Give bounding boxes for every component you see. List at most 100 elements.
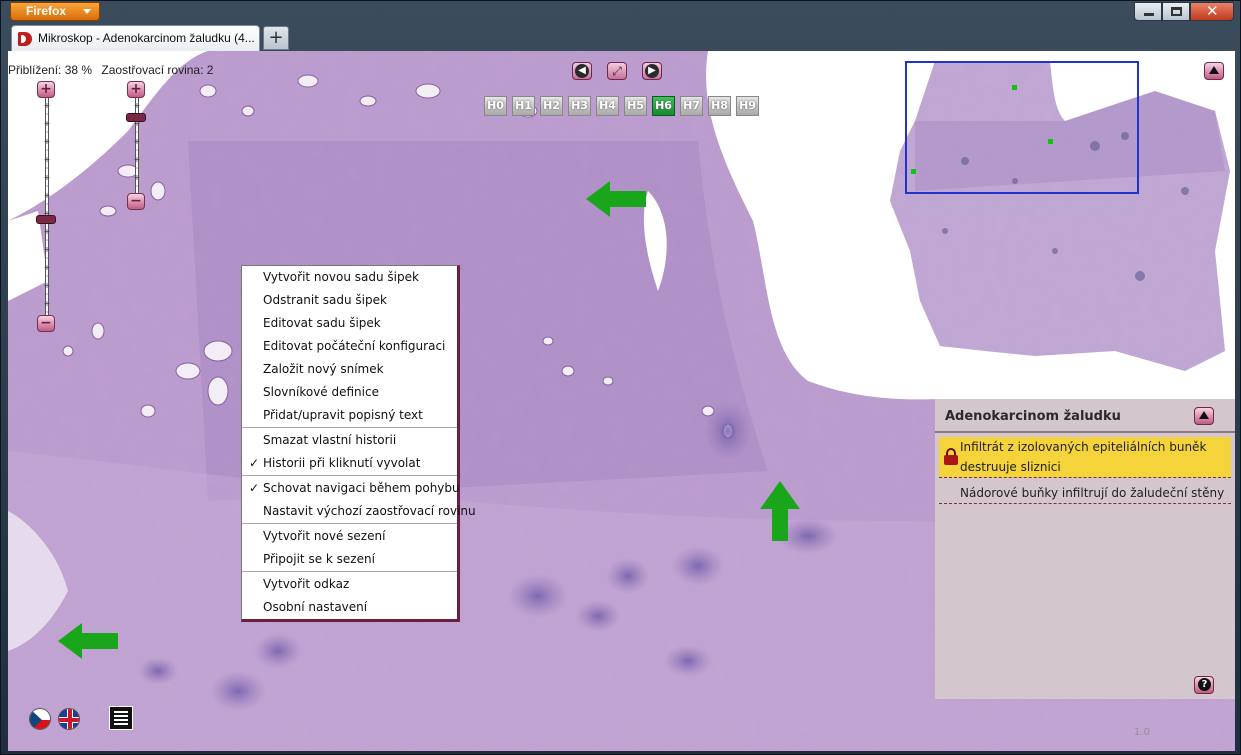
arrow-left-icon: ◀ <box>575 64 589 78</box>
zoom-out-button[interactable]: − <box>37 315 55 332</box>
menu-item[interactable]: Vytvořit nové sezení <box>242 525 457 548</box>
entry-text: Infiltrát z izolovaných epiteliálních bu… <box>960 440 1207 474</box>
panel-collapse-button[interactable] <box>1194 407 1214 425</box>
chevron-down-icon <box>83 9 91 14</box>
minimap-arrow-marker <box>1012 85 1017 90</box>
menu-item-label: Osobní nastavení <box>263 600 368 614</box>
history-forward-button[interactable]: ▶ <box>642 62 662 80</box>
minimap-viewport-frame[interactable] <box>905 61 1139 194</box>
layer-button-h8[interactable]: H8 <box>708 96 731 116</box>
history-back-button[interactable]: ◀ <box>572 62 592 80</box>
zoom-level-text: Přiblížení: 38 % <box>8 63 93 77</box>
minimize-button[interactable] <box>1134 2 1162 21</box>
minimize-icon <box>1144 13 1154 16</box>
menu-item[interactable]: Odstranit sadu šipek <box>242 289 457 312</box>
menu-item[interactable]: Osobní nastavení <box>242 596 457 619</box>
description-entry[interactable]: Infiltrát z izolovaných epiteliálních bu… <box>939 437 1231 478</box>
expand-icon: ⤢ <box>612 64 622 78</box>
menu-item-label: Vytvořit odkaz <box>263 577 350 591</box>
menu-item[interactable]: Smazat vlastní historii <box>242 429 457 452</box>
arrow-right-icon: ▶ <box>645 64 659 78</box>
layer-button-h3[interactable]: H3 <box>568 96 591 116</box>
menu-item[interactable]: ✓ Schovat navigaci během pohybu <box>242 477 460 500</box>
layer-button-h5[interactable]: H5 <box>624 96 647 116</box>
menu-item-label: Připojit se k sezení <box>263 552 375 566</box>
layer-button-h6[interactable]: H6 <box>652 96 675 116</box>
triangle-up-icon <box>1209 66 1219 74</box>
annotation-arrow-left[interactable] <box>586 179 646 219</box>
checkmark-icon: ✓ <box>249 481 260 495</box>
menu-item-label: Editovat sadu šipek <box>263 316 381 330</box>
zoom-slider[interactable]: +·+·+·+·+·+·+·+·+·+·+·+·+ + − <box>36 81 58 333</box>
menu-item-label: Vytvořit novou sadu šipek <box>263 270 419 284</box>
menu-item-label: Založit nový snímek <box>263 362 384 376</box>
menu-item[interactable]: Založit nový snímek <box>242 358 457 381</box>
panel-divider <box>935 431 1235 433</box>
help-button[interactable]: ? <box>1194 676 1214 694</box>
menu-item[interactable]: Slovníkové definice <box>242 381 457 404</box>
annotation-arrow-up[interactable] <box>760 481 800 541</box>
focus-down-button[interactable]: − <box>127 193 145 210</box>
close-icon: ✕ <box>1206 2 1219 20</box>
layer-button-h9[interactable]: H9 <box>736 96 759 116</box>
focus-slider-handle[interactable] <box>126 112 146 122</box>
close-window-button[interactable]: ✕ <box>1190 2 1234 21</box>
menu-item[interactable]: ✓ Historii při kliknutí vyvolat <box>242 452 457 475</box>
version-label: 1.0 <box>1134 727 1150 738</box>
list-icon[interactable] <box>109 706 133 730</box>
description-entry[interactable]: Nádorové buňky infiltrují do žaludeční s… <box>939 483 1231 504</box>
tab-title: Mikroskop - Adenokarcinom žaludku (4... <box>38 31 255 45</box>
focus-plane-slider[interactable]: +·+·+·+·+·+ + − <box>126 81 148 211</box>
menu-item-label: Vytvořit nové sezení <box>263 529 386 543</box>
layer-button-h4[interactable]: H4 <box>596 96 619 116</box>
favicon-icon <box>18 32 34 46</box>
minimap-collapse-button[interactable] <box>1204 62 1224 80</box>
layer-button-h1[interactable]: H1 <box>512 96 535 116</box>
menu-item[interactable]: Vytvořit odkaz <box>242 573 457 596</box>
context-menu: Vytvořit novou sadu šipek Odstranit sadu … <box>241 265 476 622</box>
browser-window: Firefox ✕ Mikroskop - Adenokarcinom žalu… <box>0 0 1241 755</box>
menu-item-label: Historii při kliknutí vyvolat <box>263 456 421 470</box>
zoom-slider-handle[interactable] <box>36 214 56 224</box>
status-bar: Přiblížení: 38 % Zaostřovací rovina: 2 <box>8 63 213 77</box>
fit-view-button[interactable]: ⤢ <box>607 62 627 80</box>
firefox-menu-button[interactable]: Firefox <box>10 2 100 21</box>
minimap-arrow-marker <box>1048 139 1053 144</box>
menu-item[interactable]: Vytvořit novou sadu šipek <box>242 266 457 289</box>
menu-item[interactable]: Přidat/upravit popisný text <box>242 404 457 427</box>
minimap[interactable] <box>885 51 1235 398</box>
focus-up-button[interactable]: + <box>127 81 145 98</box>
menu-item-label: Odstranit sadu šipek <box>263 293 387 307</box>
menu-item-label: Smazat vlastní historii <box>263 433 397 447</box>
minimap-arrow-marker <box>911 169 916 174</box>
layer-button-h2[interactable]: H2 <box>540 96 563 116</box>
layer-button-h0[interactable]: H0 <box>484 96 507 116</box>
menu-item-label: Schovat navigaci během pohybu <box>263 481 460 495</box>
zoom-in-button[interactable]: + <box>37 81 55 98</box>
maximize-icon <box>1171 7 1182 16</box>
menu-item-label: Přidat/upravit popisný text <box>263 408 423 422</box>
menu-item[interactable]: Editovat počáteční konfiguraci <box>242 335 457 358</box>
menu-item[interactable]: Připojit se k sezení <box>242 548 457 571</box>
focus-plane-text: Zaostřovací rovina: 2 <box>101 63 214 77</box>
zoom-slider-ticks: +·+·+·+·+·+·+·+·+·+·+·+·+ <box>43 101 51 326</box>
menu-item[interactable]: Nastavit výchozí zaostřovací rovinu <box>242 500 476 523</box>
menu-item-label: Editovat počáteční konfiguraci <box>263 339 446 353</box>
menu-item-label: Nastavit výchozí zaostřovací rovinu <box>263 504 476 518</box>
tab-strip: Mikroskop - Adenokarcinom žaludku (4... … <box>1 23 1240 51</box>
tab-mikroskop[interactable]: Mikroskop - Adenokarcinom žaludku (4... <box>11 25 260 51</box>
help-icon: ? <box>1198 678 1211 691</box>
entry-text: Nádorové buňky infiltrují do žaludeční s… <box>960 486 1225 500</box>
triangle-up-icon <box>1199 411 1209 419</box>
lock-icon <box>944 448 958 466</box>
title-bar: Firefox ✕ <box>1 1 1240 23</box>
maximize-button[interactable] <box>1162 2 1190 21</box>
new-tab-button[interactable]: + <box>263 26 289 50</box>
menu-item[interactable]: Editovat sadu šipek <box>242 312 457 335</box>
panel-title: Adenokarcinom žaludku <box>945 409 1121 424</box>
english-language-button[interactable] <box>58 708 80 730</box>
annotation-arrow-left[interactable] <box>58 621 118 661</box>
microscope-viewport[interactable]: Přiblížení: 38 % Zaostřovací rovina: 2 +… <box>8 51 1235 751</box>
layer-button-h7[interactable]: H7 <box>680 96 703 116</box>
czech-language-button[interactable] <box>29 708 51 730</box>
